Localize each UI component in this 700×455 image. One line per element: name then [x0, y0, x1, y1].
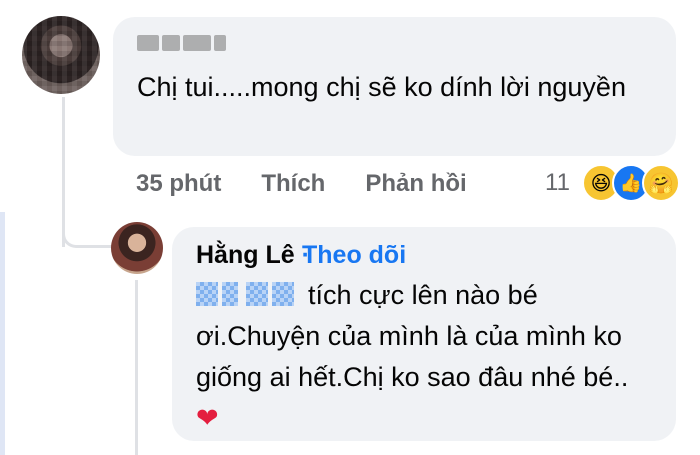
care-icon: 🤗 [642, 164, 680, 202]
comment-bubble: Chị tui.....mong chị sẽ ko dính lời nguy… [113, 17, 676, 156]
reaction-count[interactable]: 11 [545, 169, 570, 197]
reply-thread-line [135, 280, 138, 455]
heart-emoji: ❤ [196, 403, 219, 433]
thread-indent-guide [0, 212, 5, 455]
reply-text: tích cực lên nào bé ơi.Chuyện của mình l… [196, 280, 629, 433]
reply-bubble: Hằng Lê · Theo dõi tích cực lên nào bé ơ… [172, 227, 676, 441]
like-button[interactable]: Thích [261, 170, 325, 198]
comment-time[interactable]: 35 phút [136, 170, 221, 198]
comment-text: Chị tui.....mong chị sẽ ko dính lời nguy… [137, 72, 626, 102]
thread-connector-curve [62, 220, 112, 248]
commenter-avatar-blurred[interactable] [22, 16, 100, 94]
follow-button[interactable]: Theo dõi [302, 241, 406, 270]
comment-actions: 35 phút Thích Phản hồi [136, 170, 467, 198]
reply-author-avatar[interactable] [111, 222, 163, 274]
reply-author-name[interactable]: Hằng Lê · [196, 241, 310, 270]
commenter-name-redacted[interactable] [137, 35, 227, 55]
reaction-icons[interactable]: 😆 👍 🤗 [582, 164, 680, 202]
reply-button[interactable]: Phản hồi [365, 170, 466, 198]
